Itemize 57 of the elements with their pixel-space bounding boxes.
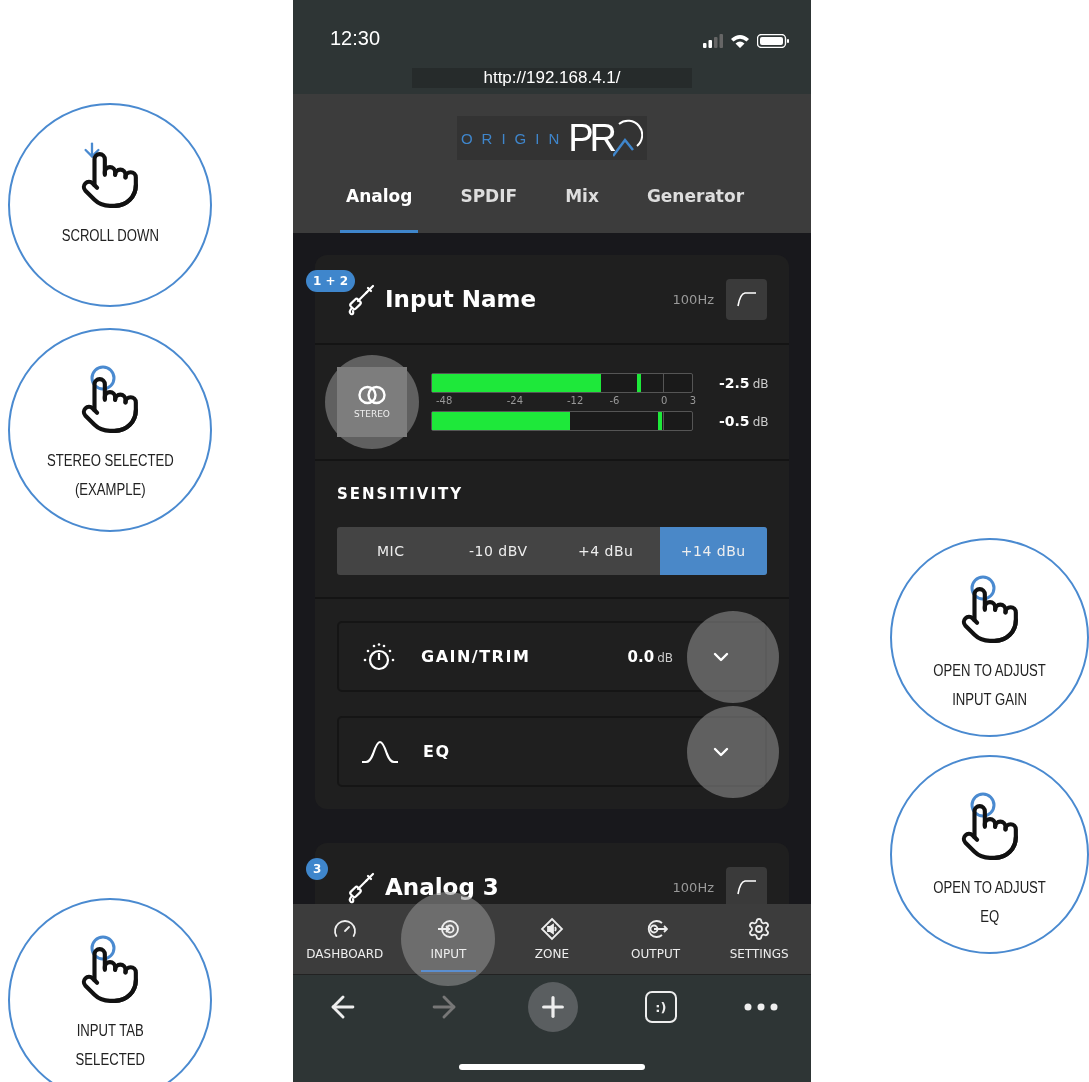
signal-icon <box>703 33 723 48</box>
settings-icon <box>747 917 772 941</box>
callout-text: STEREO SELECTED (EXAMPLE) <box>46 451 174 500</box>
tabs-button[interactable]: :) <box>644 991 677 1023</box>
meter-scale-label: 3 <box>689 395 697 406</box>
filter-button[interactable] <box>726 866 767 904</box>
source-tab[interactable]: Mix <box>559 182 605 233</box>
callout-text: OPEN TO ADJUST EQ <box>933 878 1046 927</box>
eq-bell-curve-icon <box>361 739 399 764</box>
high-pass-filter-icon <box>736 879 757 895</box>
input-name: Analog 3 <box>385 874 500 900</box>
status-time: 12:30 <box>330 27 381 50</box>
sensitivity-option[interactable]: MIC <box>337 527 445 575</box>
nav-tab[interactable]: SETTINGS <box>711 904 808 974</box>
level-reading: -0.5 dB <box>719 413 769 429</box>
source-tab[interactable]: SPDIF <box>454 182 524 233</box>
filter-frequency: 100Hz <box>672 879 714 895</box>
ellipsis-icon <box>743 1003 778 1011</box>
nav-tab[interactable]: ZONE <box>504 904 600 974</box>
stereo-rings-icon <box>358 385 386 405</box>
row-label: GAIN/TRIM <box>421 647 532 666</box>
battery-icon <box>757 33 789 48</box>
callout-text: INPUT TAB SELECTED <box>75 1021 145 1070</box>
expandable-row[interactable]: EQ <box>337 716 767 787</box>
section-title: SENSITIVITY <box>337 485 465 503</box>
more-button[interactable] <box>743 1003 778 1011</box>
channel-badge: 1 + 2 <box>306 270 356 292</box>
filter-button[interactable] <box>726 278 767 320</box>
meter-scale-label: -6 <box>609 395 620 406</box>
high-pass-filter-icon <box>736 291 757 307</box>
nav-tab[interactable]: OUTPUT <box>607 904 704 974</box>
new-tab-button[interactable] <box>528 982 578 1032</box>
row-label: EQ <box>423 742 452 761</box>
input-target-icon <box>436 917 461 941</box>
gain-value: 0.0 dB <box>627 647 673 666</box>
filter-frequency: 100Hz <box>672 291 714 307</box>
sensitivity-option[interactable]: -10 dBV <box>444 527 552 575</box>
address-bar[interactable]: http://192.168.4.1/ <box>412 68 692 88</box>
expandable-row[interactable]: GAIN/TRIM 0.0 dB <box>337 621 767 692</box>
meter-scale-label: -48 <box>435 395 453 406</box>
input-name: Input Name <box>385 286 538 312</box>
meter-scale-label: -24 <box>506 395 523 406</box>
gain-knob-icon <box>361 641 397 672</box>
speaker-diamond-icon <box>540 917 564 941</box>
source-tab[interactable]: Generator <box>640 182 751 233</box>
nav-tab[interactable]: DASHBOARD <box>296 904 393 974</box>
stereo-button[interactable]: STEREO <box>337 367 407 437</box>
source-tab[interactable]: Analog <box>340 182 419 233</box>
sensitivity-option[interactable]: +4 dBu <box>552 527 660 575</box>
level-reading: -2.5 dB <box>719 375 769 391</box>
channel-badge: 3 <box>306 858 329 880</box>
meter-scale-label: -12 <box>566 395 584 406</box>
nav-tab[interactable]: INPUT <box>400 904 497 974</box>
meter-scale-label: 0 <box>661 395 668 406</box>
callout-text: OPEN TO ADJUST INPUT GAIN <box>933 661 1046 710</box>
callout-text: SCROLL DOWN <box>61 226 159 246</box>
wifi-icon <box>731 33 749 48</box>
